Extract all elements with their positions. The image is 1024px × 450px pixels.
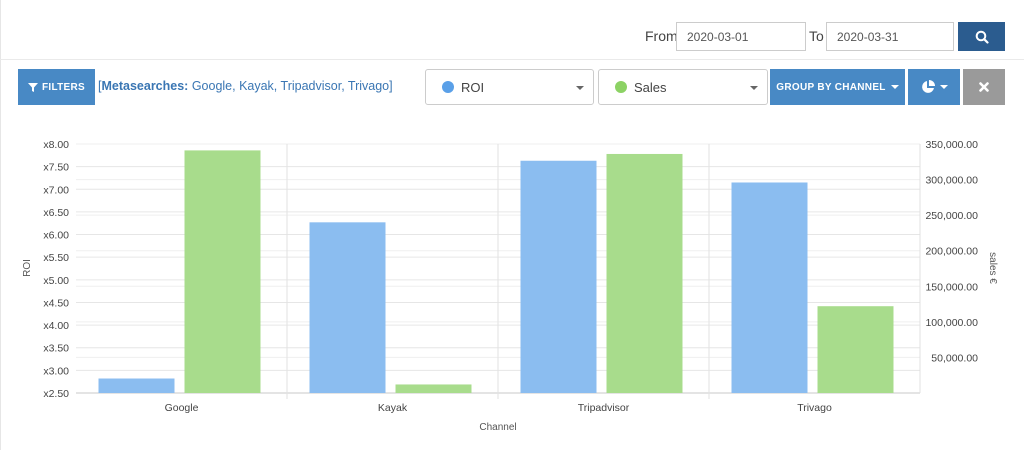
chevron-down-icon bbox=[890, 85, 899, 89]
y-axis-right-label: sales € bbox=[987, 252, 998, 284]
bar-roi bbox=[520, 160, 597, 393]
close-icon bbox=[979, 82, 989, 92]
pie-chart-icon bbox=[921, 80, 935, 93]
y-tick-left-label: x6.00 bbox=[43, 230, 69, 242]
x-tick-label: Google bbox=[165, 402, 199, 414]
chevron-down-icon bbox=[750, 86, 758, 90]
clear-button[interactable] bbox=[963, 69, 1005, 105]
meta-bracket-close: ] bbox=[389, 79, 393, 93]
channel-chart: x8.00 x7.50 x7.00 x6.50 x6.00 x5.50 x5.00 x4.50… bbox=[22, 139, 998, 433]
metric1-select[interactable]: ROI bbox=[425, 69, 594, 105]
roi-color-dot bbox=[442, 81, 454, 93]
to-date-input[interactable] bbox=[826, 22, 954, 51]
y-tick-left-label: x3.50 bbox=[43, 343, 69, 355]
y-tick-left-label: x7.50 bbox=[43, 162, 69, 174]
page-left-border bbox=[0, 0, 1, 450]
meta-title: Metasearches: bbox=[101, 79, 189, 93]
y-tick-right-label: 300,000.00 bbox=[925, 175, 978, 187]
bar-roi bbox=[731, 182, 808, 393]
y-tick-left-label: x6.50 bbox=[43, 207, 69, 219]
filters-label: FILTERS bbox=[41, 81, 86, 93]
filters-button[interactable]: FILTERS bbox=[18, 69, 95, 105]
y-axis-left-label: ROI bbox=[22, 259, 33, 277]
metric2-select[interactable]: Sales bbox=[598, 69, 768, 105]
bar-sales bbox=[817, 306, 894, 393]
bar-sales bbox=[184, 150, 261, 393]
chevron-down-icon bbox=[939, 85, 948, 89]
y-tick-right-label: 350,000.00 bbox=[925, 139, 978, 151]
chart-type-button[interactable] bbox=[908, 69, 960, 105]
sales-color-dot bbox=[615, 81, 627, 93]
y-tick-right-label: 200,000.00 bbox=[925, 246, 978, 258]
search-button[interactable] bbox=[958, 22, 1005, 51]
x-tick-label: Trivago bbox=[797, 402, 832, 414]
group-by-channel-button[interactable]: GROUP BY CHANNEL bbox=[770, 69, 905, 105]
metric2-value: Sales bbox=[634, 79, 667, 95]
x-tick-label: Kayak bbox=[378, 402, 408, 414]
chart-ticks: x8.00 x7.50 x7.00 x6.50 x6.00 x5.50 x5.00 x4.50… bbox=[43, 139, 978, 414]
y-tick-left-label: x7.00 bbox=[43, 184, 69, 196]
bar-roi bbox=[98, 378, 175, 393]
y-tick-right-label: 50,000.00 bbox=[931, 352, 978, 364]
x-axis-label: Channel bbox=[479, 422, 516, 433]
bar-sales bbox=[606, 153, 683, 393]
y-tick-right-label: 150,000.00 bbox=[925, 281, 978, 293]
chart-bars bbox=[98, 150, 894, 393]
y-tick-left-label: x3.00 bbox=[43, 365, 69, 377]
y-tick-left-label: x2.50 bbox=[43, 388, 69, 400]
group-by-label: GROUP BY CHANNEL bbox=[776, 81, 886, 93]
y-tick-left-label: x8.00 bbox=[43, 139, 69, 151]
date-range-bar: From To bbox=[0, 0, 1024, 60]
y-tick-right-label: 100,000.00 bbox=[925, 317, 978, 329]
meta-values: Google, Kayak, Tripadvisor, Trivago bbox=[188, 79, 390, 93]
y-tick-left-label: x4.50 bbox=[43, 297, 69, 309]
metric1-value: ROI bbox=[461, 79, 485, 95]
bar-roi bbox=[309, 222, 386, 393]
y-tick-left-label: x5.00 bbox=[43, 275, 69, 287]
from-label: From bbox=[645, 28, 678, 44]
chart-grid bbox=[76, 143, 921, 399]
metasearch-summary: [Metasearches: Google, Kayak, Tripadviso… bbox=[98, 79, 393, 93]
to-label: To bbox=[809, 28, 824, 44]
y-tick-left-label: x4.00 bbox=[43, 320, 69, 332]
bar-sales bbox=[395, 384, 472, 393]
x-tick-label: Tripadvisor bbox=[578, 402, 630, 414]
from-date-input[interactable] bbox=[676, 22, 806, 51]
y-tick-right-label: 250,000.00 bbox=[925, 210, 978, 222]
search-icon bbox=[975, 30, 989, 44]
chevron-down-icon bbox=[576, 86, 584, 90]
y-tick-left-label: x5.50 bbox=[43, 252, 69, 264]
filter-icon bbox=[27, 82, 38, 92]
